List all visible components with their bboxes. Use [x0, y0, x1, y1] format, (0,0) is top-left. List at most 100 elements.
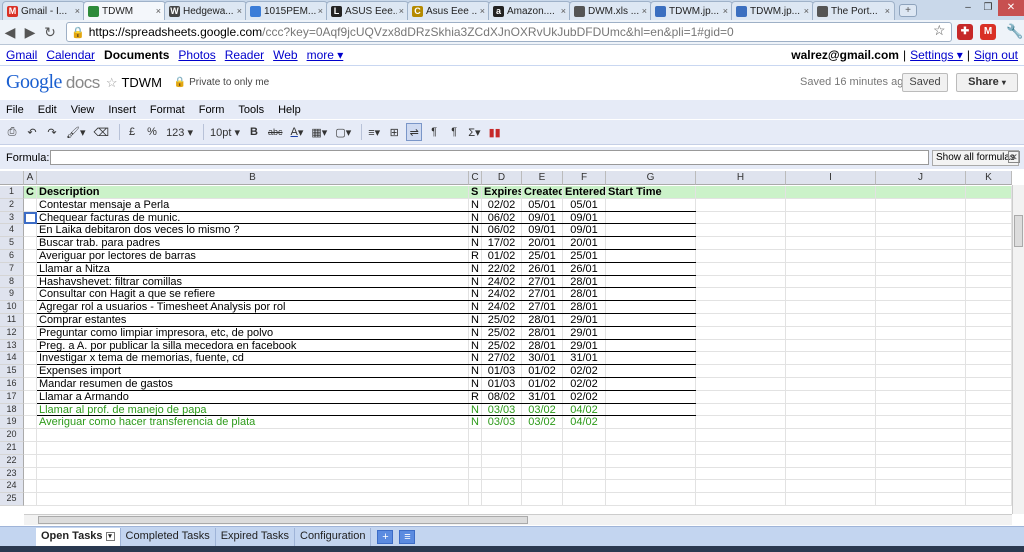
cell[interactable]	[24, 493, 37, 506]
show-all-formulas-button[interactable]: Show all formulas	[932, 150, 1019, 166]
cell[interactable]	[563, 467, 606, 481]
cell[interactable]	[786, 352, 876, 366]
cell[interactable]	[966, 454, 1012, 468]
bookmark-star-icon[interactable]: ☆	[933, 22, 946, 39]
sheet-tab-completed-tasks[interactable]: Completed Tasks	[121, 528, 216, 546]
close-tab-icon[interactable]: ×	[480, 6, 485, 16]
cell[interactable]	[563, 454, 606, 468]
borders-icon[interactable]: ▢▾	[333, 123, 353, 141]
cell[interactable]	[696, 403, 786, 417]
browser-tab[interactable]: C Asus Eee ... ×	[407, 1, 490, 20]
reload-icon[interactable]: ↻	[40, 22, 60, 42]
row-header[interactable]: 15	[0, 365, 24, 378]
star-icon[interactable]: ☆	[106, 75, 118, 91]
currency-format-button[interactable]: £	[124, 123, 140, 141]
cell[interactable]	[24, 429, 37, 442]
cell[interactable]	[469, 467, 482, 481]
column-header-k[interactable]: K	[966, 171, 1012, 185]
close-tab-icon[interactable]: ×	[75, 6, 80, 16]
header-cell[interactable]: Entered	[563, 186, 606, 199]
menu-form[interactable]: Form	[199, 104, 225, 116]
close-tab-icon[interactable]: ×	[399, 6, 404, 16]
close-tab-icon[interactable]: ×	[885, 6, 890, 16]
cell[interactable]	[469, 442, 482, 455]
cell[interactable]	[966, 250, 1012, 263]
gbar-link-more[interactable]: more ▾	[307, 48, 344, 62]
text-color-icon[interactable]: A ▾	[289, 123, 306, 141]
cell[interactable]	[482, 454, 522, 468]
header-cell[interactable]: Start Time	[606, 186, 696, 199]
cell[interactable]	[37, 493, 469, 506]
row-header[interactable]: 11	[0, 314, 24, 327]
cell[interactable]	[24, 198, 37, 212]
cell[interactable]	[482, 480, 522, 494]
print-icon[interactable]: ⎙	[4, 123, 20, 141]
scroll-thumb[interactable]	[1014, 215, 1023, 247]
cell[interactable]	[876, 250, 966, 263]
cell[interactable]	[876, 211, 966, 225]
gbar-link-documents[interactable]: Documents	[104, 48, 169, 62]
cell[interactable]	[469, 454, 482, 468]
cell[interactable]	[563, 442, 606, 455]
cell[interactable]	[966, 365, 1012, 378]
cell[interactable]	[606, 480, 696, 494]
menu-help[interactable]: Help	[278, 104, 301, 116]
cell[interactable]	[876, 262, 966, 276]
fill-color-icon[interactable]: ▦▾	[309, 123, 329, 141]
browser-tab[interactable]: TDWM ×	[83, 1, 166, 20]
cell[interactable]	[24, 275, 37, 289]
cell[interactable]	[696, 211, 786, 225]
cell[interactable]	[876, 352, 966, 366]
menu-file[interactable]: File	[6, 104, 24, 116]
row-header[interactable]: 22	[0, 454, 24, 468]
cell[interactable]	[24, 352, 37, 366]
browser-tab[interactable]: The Port... ×	[812, 1, 895, 20]
chevron-down-icon[interactable]: ▾	[105, 531, 115, 541]
saved-button[interactable]: Saved	[902, 73, 948, 92]
cell[interactable]	[696, 493, 786, 506]
close-tab-icon[interactable]: ×	[642, 6, 647, 16]
extension-icon[interactable]: ✚	[957, 24, 973, 40]
cell[interactable]	[24, 378, 37, 391]
percent-format-button[interactable]: %	[144, 123, 160, 141]
cell[interactable]	[522, 442, 563, 455]
close-tab-icon[interactable]: ×	[237, 6, 242, 16]
row-header[interactable]: 14	[0, 352, 24, 366]
address-bar[interactable]: 🔒 https://spreadsheets.google.com/ccc?ke…	[66, 22, 952, 42]
gmail-extension-icon[interactable]: M	[980, 24, 996, 40]
menu-insert[interactable]: Insert	[108, 104, 136, 116]
cell[interactable]	[966, 314, 1012, 327]
row-header[interactable]: 2	[0, 198, 24, 212]
maximize-icon[interactable]: ❐	[978, 0, 998, 16]
cell[interactable]	[786, 378, 876, 391]
cell[interactable]	[482, 467, 522, 481]
cell[interactable]	[696, 224, 786, 238]
cell-exp[interactable]: 03/03	[482, 416, 522, 430]
cell[interactable]	[876, 378, 966, 391]
cell[interactable]	[24, 339, 37, 353]
column-header-f[interactable]: F	[563, 171, 606, 185]
redo-icon[interactable]: ↷	[44, 123, 60, 141]
share-button[interactable]: Share ▾	[956, 73, 1018, 92]
cell[interactable]	[606, 454, 696, 468]
cell[interactable]	[876, 416, 966, 430]
header-cell[interactable]: C	[24, 186, 37, 199]
cell[interactable]	[786, 365, 876, 378]
close-window-icon[interactable]: ✕	[998, 0, 1024, 16]
cell[interactable]	[966, 224, 1012, 238]
settings-link[interactable]: Settings ▾	[910, 48, 963, 62]
sheet-list-button[interactable]: ≡	[399, 530, 416, 544]
cell[interactable]	[876, 224, 966, 238]
scroll-thumb[interactable]	[38, 516, 528, 524]
cell[interactable]	[606, 442, 696, 455]
cell[interactable]	[966, 339, 1012, 353]
cell[interactable]	[786, 198, 876, 212]
row-header[interactable]: 5	[0, 237, 24, 250]
row-header[interactable]: 20	[0, 429, 24, 442]
row-header[interactable]: 8	[0, 275, 24, 289]
cell[interactable]	[966, 467, 1012, 481]
column-header-c[interactable]: C	[469, 171, 482, 185]
cell[interactable]	[966, 198, 1012, 212]
cell[interactable]	[696, 326, 786, 340]
close-icon[interactable]: ✕	[1008, 151, 1020, 163]
